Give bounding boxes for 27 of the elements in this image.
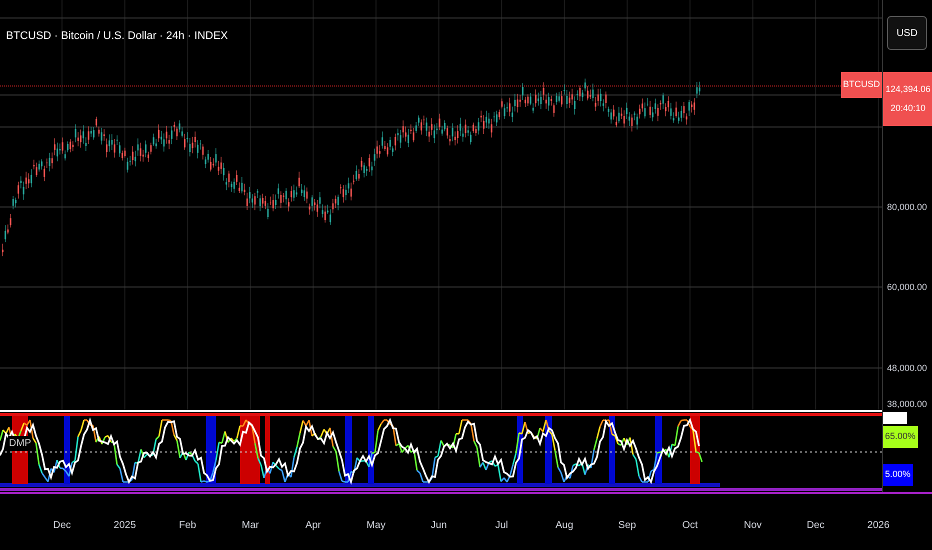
time-axis-label: Apr	[305, 519, 321, 533]
level-tag	[883, 412, 907, 424]
time-axis-label: Oct	[682, 519, 698, 533]
price-axis-label: 38,000.00	[887, 398, 928, 411]
chart-legend: BTCUSD · Bitcoin / U.S. Dollar · 24h · INDEX	[6, 28, 228, 44]
time-axis-label: Jun	[430, 519, 447, 533]
level-tag: 5.00%	[883, 464, 913, 486]
time-axis-label: Sep	[618, 519, 636, 533]
time-axis-label: Jul	[495, 519, 508, 533]
time-axis-label: Nov	[744, 519, 762, 533]
time-axis-label: 2025	[114, 519, 136, 533]
price-axis-label: 60,000.00	[887, 281, 928, 294]
symbol-tag: BTCUSD	[840, 72, 882, 98]
currency-button[interactable]: USD	[887, 16, 927, 50]
time-axis-label: Aug	[556, 519, 574, 533]
last-price: 124,394.06	[885, 82, 931, 96]
indicator-label: DMP	[8, 436, 32, 451]
level-tag: 65.00%	[883, 426, 918, 448]
price-axis-label: 80,000.00	[887, 201, 928, 214]
time-axis-label: Feb	[178, 519, 196, 533]
time-axis-label: 2026	[867, 519, 890, 533]
time-axis-label: Dec	[806, 519, 824, 533]
time-axis-label: Mar	[242, 519, 259, 533]
time-axis-label: Dec	[53, 519, 71, 533]
time-axis-label: May	[366, 519, 386, 533]
price-axis-label: 48,000.00	[887, 362, 928, 375]
bar-countdown: 20:40:10	[890, 102, 926, 115]
